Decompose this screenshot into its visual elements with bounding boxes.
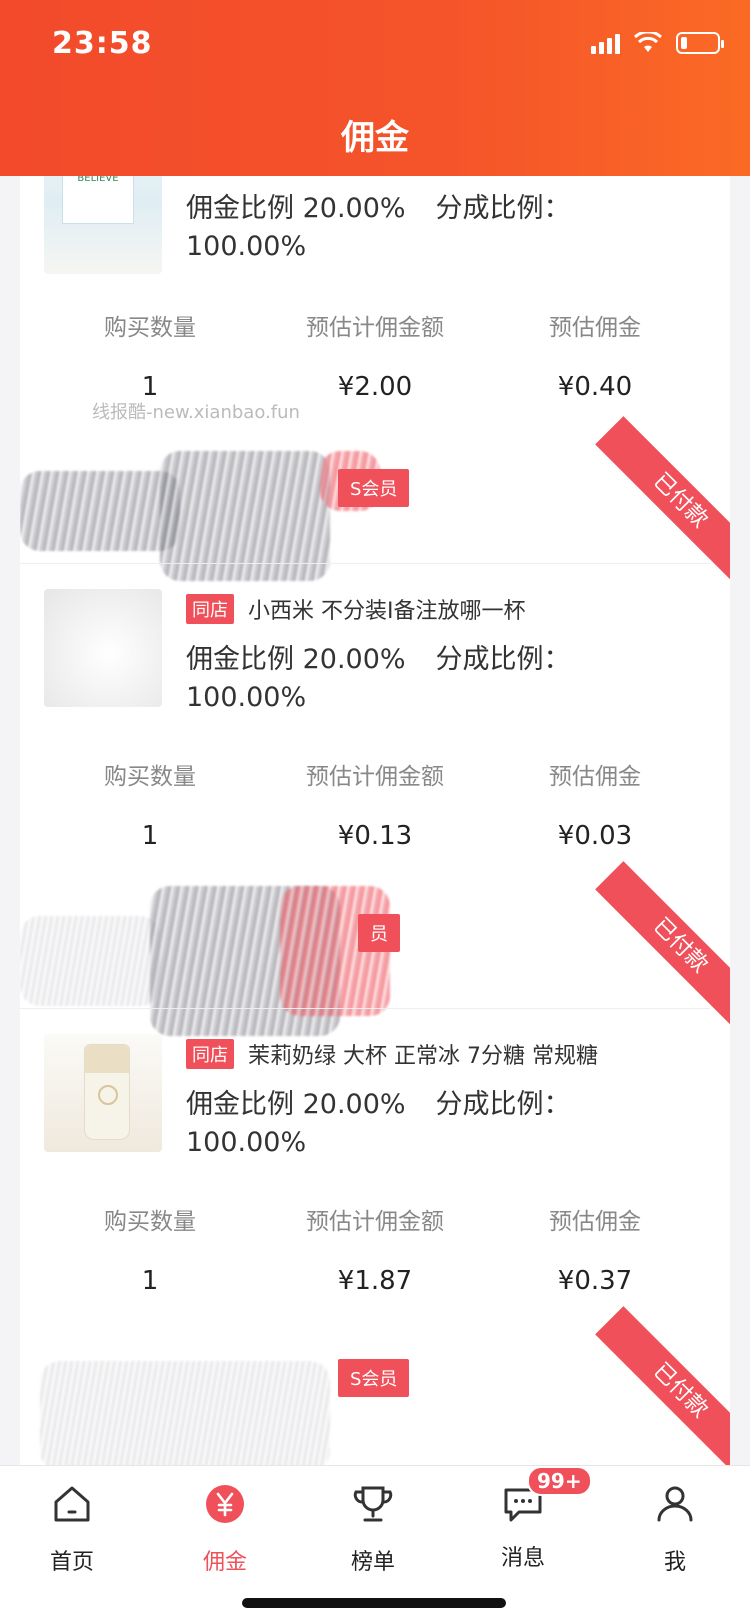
product-name[interactable]: 茉莉奶绿 大杯 正常冰 7分糖 常规糖 (248, 1038, 598, 1070)
redacted-area (20, 471, 180, 551)
product-thumbnail[interactable] (44, 589, 162, 707)
status-icons (591, 32, 724, 54)
rate-info: 佣金比例 20.00% 分成比例： 100.00% (186, 1089, 571, 1158)
signal-icon (591, 32, 620, 54)
tab-messages[interactable]: 99+ 消息 (463, 1466, 592, 1572)
product-thumbnail[interactable]: BELIEVE (44, 176, 162, 274)
member-tag: S会员 (338, 469, 410, 507)
tab-me[interactable]: 我 (615, 1482, 735, 1576)
redacted-area (20, 916, 160, 1006)
unread-badge: 99+ (527, 1466, 592, 1496)
member-tag: S会员 (338, 1359, 410, 1397)
rate-info: 佣金比例 20.00% 分成比例： 100.00% (186, 644, 571, 713)
order-card: 已付款 S会员 (20, 1306, 730, 1465)
shop-tag: 同店 (186, 1039, 234, 1069)
shop-tag: 同店 (186, 594, 234, 624)
header: 23:58 佣金 (0, 0, 750, 176)
order-card: 已付款 员 同店 茉莉奶绿 大杯 正常冰 7分糖 常规糖 佣金比例 20.00%… (20, 861, 730, 1321)
product-thumbnail[interactable] (44, 1034, 162, 1152)
paid-badge: 已付款 (595, 416, 730, 586)
redacted-area (40, 1361, 330, 1465)
battery-icon (676, 32, 724, 54)
status-time: 23:58 (52, 26, 153, 61)
paid-badge: 已付款 (595, 1306, 730, 1465)
tab-ranking[interactable]: 榜单 (313, 1482, 433, 1576)
commission-list[interactable]: BELIEVE 佣金比例 20.00% 分成比例： 100.00% 购买数量 1 预… (20, 176, 730, 1465)
wifi-icon (634, 32, 662, 52)
home-indicator[interactable] (242, 1598, 506, 1608)
user-icon (657, 1486, 693, 1522)
paid-badge: 已付款 (595, 861, 730, 1031)
member-tag: 员 (358, 914, 400, 952)
redacted-area (160, 451, 330, 581)
tab-commission[interactable]: 佣金 (165, 1482, 285, 1576)
page-title: 佣金 (341, 118, 409, 158)
home-icon (54, 1486, 90, 1522)
product-name[interactable]: 小西米 不分装I备注放哪一杯 (248, 593, 525, 625)
rate-info: 佣金比例 20.00% 分成比例： 100.00% (186, 193, 571, 262)
watermark-text: 线报酷-new.xianbao.fun (92, 402, 300, 423)
trophy-icon (353, 1486, 393, 1522)
yen-icon (206, 1485, 244, 1523)
order-card: 已付款 S会员 同店 小西米 不分装I备注放哪一杯 佣金比例 20.00% 分成比… (20, 416, 730, 876)
tab-home[interactable]: 首页 (12, 1482, 132, 1576)
